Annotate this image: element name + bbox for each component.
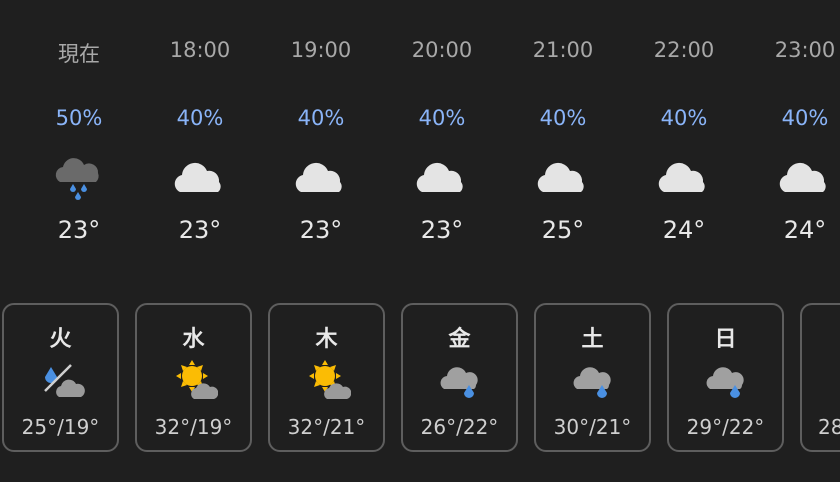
cloud-icon [658, 162, 705, 192]
day-temperature-range: 32°/19° [154, 415, 233, 439]
day-name: 土 [581, 327, 604, 352]
hour-column[interactable]: 22:00 40% 24° [624, 0, 744, 280]
hour-time: 19:00 [290, 38, 352, 62]
hour-column[interactable]: 23:00 40% 24° [745, 0, 840, 280]
hour-time: 21:00 [532, 38, 594, 62]
hour-precip-chance: 40% [297, 106, 345, 130]
cloud-icon [416, 162, 463, 192]
day-temperature-range: 28 [818, 415, 840, 439]
day-temperature-range: 30°/21° [553, 415, 632, 439]
hour-temperature: 23° [178, 216, 222, 244]
hour-temperature: 25° [541, 216, 585, 244]
hour-column[interactable]: 18:00 40% 23° [140, 0, 260, 280]
cloud-icon [779, 162, 826, 192]
hour-column[interactable]: 現在 50% 23° [19, 0, 139, 280]
cloud-rain-icon [440, 367, 478, 398]
hourly-forecast: 現在 50% 23° 18:00 40% 23° 19:00 40% 23° 2… [0, 0, 840, 280]
hour-temperature: 23° [299, 216, 343, 244]
day-name: 金 [448, 327, 471, 352]
hour-column[interactable]: 19:00 40% 23° [261, 0, 381, 280]
cloud-icon [295, 162, 342, 192]
sun-cloud-icon [176, 360, 218, 399]
hour-temperature: 23° [420, 216, 464, 244]
day-card[interactable]: 日 29°/22° [667, 303, 784, 452]
hour-precip-chance: 40% [660, 106, 708, 130]
hour-temperature: 24° [662, 216, 706, 244]
hour-temperature: 23° [57, 216, 101, 244]
hour-column[interactable]: 21:00 40% 25° [503, 0, 623, 280]
hour-precip-chance: 50% [55, 106, 103, 130]
day-card[interactable]: 金 26°/22° [401, 303, 518, 452]
day-card[interactable]: 水 32°/19° [135, 303, 252, 452]
hour-time: 20:00 [411, 38, 473, 62]
day-name: 日 [714, 327, 737, 352]
day-card[interactable]: 土 30°/21° [534, 303, 651, 452]
daily-forecast: 火 25°/19° 水 32°/19° 木 32°/21° 金 26°/22° … [0, 300, 840, 460]
hour-time: 23:00 [774, 38, 836, 62]
day-temperature-range: 29°/22° [686, 415, 765, 439]
day-name: 水 [182, 327, 205, 352]
day-card[interactable]: 木 32°/21° [268, 303, 385, 452]
sun-cloud-icon [309, 360, 351, 399]
hour-column[interactable]: 20:00 40% 23° [382, 0, 502, 280]
cloud-icon [174, 162, 221, 192]
cloud-rain-icon [573, 367, 611, 398]
day-temperature-range: 25°/19° [21, 415, 100, 439]
hour-time: 現在 [58, 42, 100, 66]
hour-time: 18:00 [169, 38, 231, 62]
hour-precip-chance: 40% [539, 106, 587, 130]
hour-precip-chance: 40% [781, 106, 829, 130]
day-name: 木 [315, 327, 338, 352]
hour-precip-chance: 40% [176, 106, 224, 130]
day-temperature-range: 32°/21° [287, 415, 366, 439]
cloud-rain-icon [55, 158, 99, 200]
day-name: 火 [49, 327, 72, 352]
day-temperature-range: 26°/22° [420, 415, 499, 439]
rain-or-cloudy-icon [44, 364, 85, 397]
day-card[interactable]: 28 [800, 303, 840, 452]
cloud-icon [537, 162, 584, 192]
hour-precip-chance: 40% [418, 106, 466, 130]
day-card[interactable]: 火 25°/19° [2, 303, 119, 452]
cloud-rain-icon [706, 367, 744, 398]
hour-temperature: 24° [783, 216, 827, 244]
hour-time: 22:00 [653, 38, 715, 62]
